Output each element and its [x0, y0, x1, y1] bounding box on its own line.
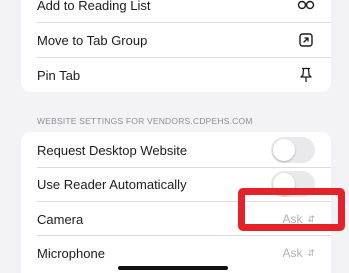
toggle-knob — [273, 139, 295, 161]
move-to-tab-group-label: Move to Tab Group — [37, 32, 148, 48]
move-to-tab-group-icon — [297, 31, 315, 49]
website-settings-header: WEBSITE SETTINGS FOR VENDORS.CDPEHS.COM — [37, 116, 253, 126]
microphone-row[interactable]: Microphone Ask ⇵ — [21, 236, 331, 270]
microphone-permission-value: Ask — [282, 246, 303, 260]
request-desktop-website-label: Request Desktop Website — [37, 142, 188, 158]
microphone-permission-select[interactable]: Ask ⇵ — [282, 246, 315, 260]
use-reader-automatically-label: Use Reader Automatically — [37, 176, 187, 192]
tab-actions-card: Add to Reading List Move to Tab Group Pi… — [21, 0, 331, 92]
move-to-tab-group-row[interactable]: Move to Tab Group — [21, 23, 331, 57]
glasses-icon — [297, 0, 315, 14]
add-to-reading-list-label: Add to Reading List — [37, 0, 151, 13]
chevron-up-down-icon: ⇵ — [307, 247, 315, 258]
microphone-label: Microphone — [37, 245, 105, 261]
add-to-reading-list-row[interactable]: Add to Reading List — [21, 0, 331, 22]
pin-tab-label: Pin Tab — [37, 67, 81, 83]
camera-highlight-box — [238, 188, 345, 231]
pin-tab-row[interactable]: Pin Tab — [21, 58, 331, 92]
request-desktop-website-row: Request Desktop Website — [21, 133, 331, 167]
home-indicator — [118, 266, 228, 270]
pin-icon — [297, 66, 315, 84]
request-desktop-website-toggle[interactable] — [271, 137, 315, 163]
camera-label: Camera — [37, 211, 84, 227]
